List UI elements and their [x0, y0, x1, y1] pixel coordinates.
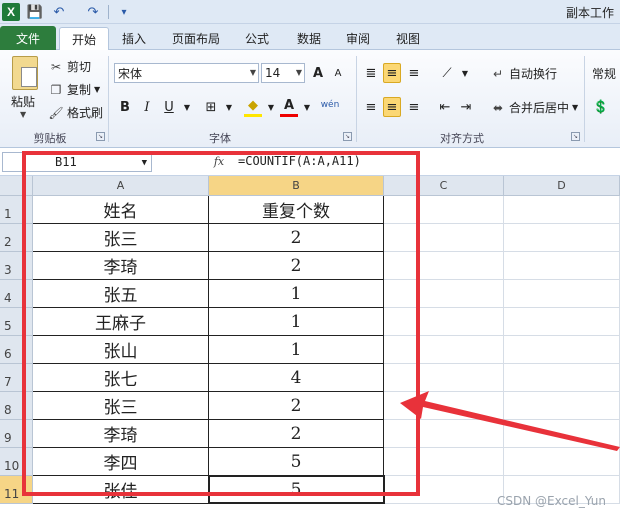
dialog-launcher-icon[interactable]: ↘ — [343, 132, 352, 141]
brush-icon: 🖌 — [48, 105, 64, 120]
chevron-down-icon[interactable]: ▼ — [20, 110, 26, 119]
align-top-icon[interactable]: ≣ — [362, 63, 380, 83]
orientation-dropdown-icon[interactable]: ▼ — [456, 63, 474, 83]
qat-separator — [108, 5, 109, 19]
tab-insert[interactable]: 插入 — [114, 27, 154, 50]
ribbon-tabs: 文件 开始 插入 页面布局 公式 数据 审阅 视图 — [0, 24, 620, 50]
border-dropdown-icon[interactable]: ▼ — [220, 97, 238, 117]
annotation-arrow — [400, 391, 620, 451]
phonetic-button[interactable]: wén — [318, 95, 342, 115]
fill-dropdown-icon[interactable]: ▼ — [262, 97, 280, 117]
underline-button[interactable]: U — [160, 97, 178, 117]
tab-formulas[interactable]: 公式 — [237, 27, 277, 50]
copy-button[interactable]: ❐ 复制 ▼ — [48, 81, 101, 98]
group-label-alignment: 对齐方式 — [440, 132, 484, 145]
group-separator — [584, 56, 585, 142]
tab-home[interactable]: 开始 — [59, 27, 109, 50]
border-button[interactable]: ⊞ — [202, 97, 220, 117]
number-format-combo[interactable]: 常规 — [592, 65, 616, 82]
group-separator — [356, 56, 357, 142]
fill-color-button[interactable]: ◆ — [244, 97, 262, 117]
align-bottom-icon[interactable]: ≡ — [405, 63, 423, 83]
empty-cell[interactable] — [504, 224, 620, 252]
wrap-text-icon: ↵ — [492, 66, 504, 81]
group-label-clipboard: 剪贴板 — [33, 132, 67, 145]
window-title: 副本工作 — [565, 6, 614, 20]
tab-file[interactable]: 文件 — [0, 26, 56, 50]
currency-format-icon[interactable]: 💲 — [592, 97, 610, 117]
wrap-text-button[interactable]: ↵ 自动换行 — [490, 65, 557, 82]
title-bar: X 💾 ↶ ↷ ▾ 副本工作 — [0, 0, 620, 24]
grow-font-button[interactable]: A — [309, 63, 327, 83]
font-size-combo[interactable]: 14 ▼ — [261, 63, 305, 83]
underline-dropdown-icon[interactable]: ▼ — [178, 97, 196, 117]
italic-button[interactable]: I — [138, 97, 156, 117]
empty-cell[interactable] — [504, 280, 620, 308]
cut-button[interactable]: ✂ 剪切 — [48, 58, 91, 75]
group-label-font: 字体 — [209, 132, 231, 145]
merge-center-button[interactable]: ⬌ 合并后居中 ▼ — [490, 99, 578, 116]
undo-icon[interactable]: ↶ — [50, 3, 68, 21]
font-name-combo[interactable]: 宋体 ▼ — [114, 63, 259, 83]
align-middle-icon[interactable]: ≡ — [383, 63, 401, 83]
empty-cell[interactable] — [504, 252, 620, 280]
align-center-icon[interactable]: ≡ — [383, 97, 401, 117]
watermark: CSDN @Excel_Yun — [497, 494, 606, 508]
copy-icon: ❐ — [50, 82, 62, 97]
red-highlight-box — [22, 151, 420, 496]
font-color-dropdown-icon[interactable]: ▼ — [298, 97, 316, 117]
arrow-head — [400, 391, 620, 451]
tab-data[interactable]: 数据 — [289, 27, 329, 50]
increase-indent-icon[interactable]: ⇥ — [457, 97, 475, 117]
empty-cell[interactable] — [504, 336, 620, 364]
customize-icon[interactable]: ▾ — [115, 3, 133, 21]
empty-cell[interactable] — [504, 308, 620, 336]
excel-logo-icon: X — [2, 3, 20, 21]
paste-button[interactable]: 粘贴 — [11, 93, 35, 110]
paste-icon[interactable] — [12, 56, 38, 90]
align-left-icon[interactable]: ≡ — [362, 97, 380, 117]
column-header-d[interactable]: D — [504, 176, 620, 196]
merge-cells-icon: ⬌ — [492, 100, 504, 115]
group-separator — [108, 56, 109, 142]
redo-icon[interactable]: ↷ — [84, 3, 102, 21]
quick-access-toolbar: X 💾 ↶ ↷ ▾ — [0, 0, 133, 24]
text-orientation-icon[interactable]: ⟋ — [438, 63, 456, 83]
ribbon: 粘贴 ▼ ✂ 剪切 ❐ 复制 ▼ 🖌 格式刷 剪贴板 ↘ 宋体 ▼ 14 ▼ A A… — [0, 50, 620, 148]
dialog-launcher-icon[interactable]: ↘ — [96, 132, 105, 141]
tab-review[interactable]: 审阅 — [338, 27, 378, 50]
bold-button[interactable]: B — [116, 97, 134, 117]
tab-page-layout[interactable]: 页面布局 — [166, 27, 226, 50]
dialog-launcher-icon[interactable]: ↘ — [571, 132, 580, 141]
scissors-icon: ✂ — [50, 59, 62, 74]
tab-view[interactable]: 视图 — [388, 27, 428, 50]
empty-cell[interactable] — [504, 196, 620, 224]
font-color-button[interactable]: A — [280, 97, 298, 117]
save-icon[interactable]: 💾 — [26, 3, 44, 21]
format-painter-button[interactable]: 🖌 格式刷 — [48, 104, 103, 121]
decrease-indent-icon[interactable]: ⇤ — [436, 97, 454, 117]
shrink-font-button[interactable]: A — [329, 63, 347, 83]
align-right-icon[interactable]: ≡ — [405, 97, 423, 117]
